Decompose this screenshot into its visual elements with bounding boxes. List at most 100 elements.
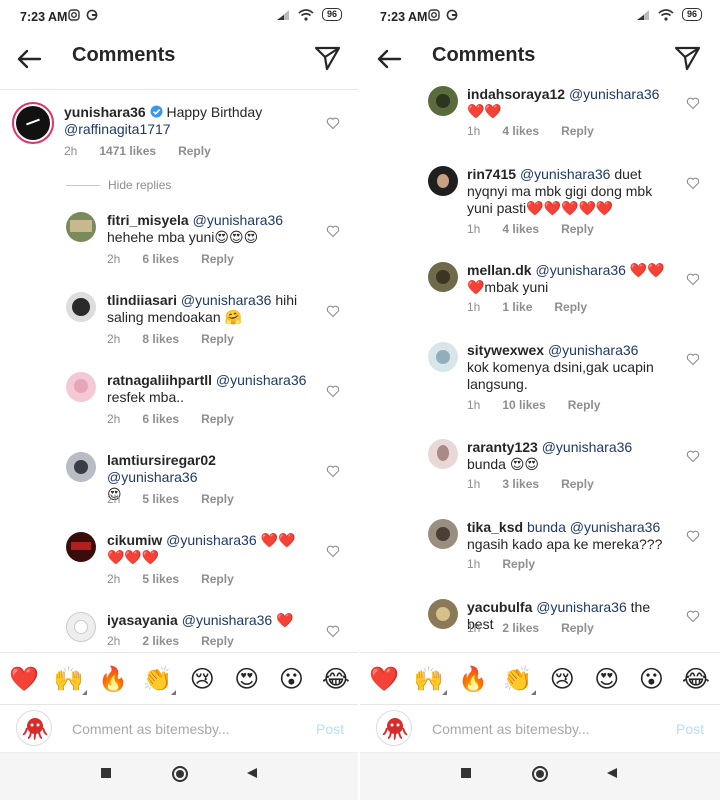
comment-username[interactable]: yunishara36 — [64, 104, 146, 120]
reply-button[interactable]: Reply — [201, 634, 234, 648]
back-nav-icon[interactable] — [606, 767, 618, 779]
comment-username[interactable]: fitri_misyela — [107, 212, 189, 228]
reply-button[interactable]: Reply — [201, 492, 234, 506]
avatar[interactable] — [66, 612, 96, 642]
reply-button[interactable]: Reply — [201, 572, 234, 586]
like-heart-icon[interactable] — [326, 224, 340, 238]
avatar[interactable] — [66, 292, 96, 322]
comment-likes[interactable]: 4 likes — [502, 124, 539, 138]
home-icon[interactable] — [171, 765, 189, 783]
comment-mention[interactable]: @yunishara36 — [520, 166, 611, 182]
emoji-laugh[interactable]: 😂 — [680, 663, 712, 695]
avatar[interactable] — [12, 102, 54, 144]
reply-button[interactable]: Reply — [201, 412, 234, 426]
direct-send-icon[interactable] — [672, 42, 702, 72]
reply-button[interactable]: Reply — [561, 477, 594, 491]
hide-replies-button[interactable]: Hide replies — [66, 178, 171, 192]
back-nav-icon[interactable] — [246, 767, 258, 779]
comment-mention[interactable]: @yunishara36 — [569, 86, 660, 102]
reply-button[interactable]: Reply — [502, 557, 535, 571]
comment-likes[interactable]: 4 likes — [502, 222, 539, 236]
back-arrow-icon[interactable] — [374, 44, 404, 74]
comment-likes[interactable]: 10 likes — [502, 398, 545, 412]
emoji-clap[interactable]: 👏 — [502, 663, 536, 695]
comment-username[interactable]: tlindiiasari — [107, 292, 177, 308]
comment-likes[interactable]: 5 likes — [142, 492, 179, 506]
reply-button[interactable]: Reply — [561, 621, 594, 635]
comment-username[interactable]: tika_ksd — [467, 519, 523, 535]
like-heart-icon[interactable] — [326, 464, 340, 478]
direct-send-icon[interactable] — [312, 42, 342, 72]
comment-mention[interactable]: @yunishara36 — [542, 439, 633, 455]
recent-apps-icon[interactable] — [100, 767, 112, 779]
reply-button[interactable]: Reply — [568, 398, 601, 412]
emoji-surprised[interactable]: 😮 — [635, 663, 667, 695]
like-heart-icon[interactable] — [326, 624, 340, 638]
comment-likes[interactable]: 6 likes — [142, 252, 179, 266]
avatar[interactable] — [428, 519, 458, 549]
emoji-cry[interactable]: 😢 — [186, 663, 218, 695]
like-heart-icon[interactable] — [686, 529, 700, 543]
emoji-fire[interactable]: 🔥 — [97, 663, 129, 695]
comment-username[interactable]: lamtiursiregar02 — [107, 452, 216, 468]
comment-likes[interactable]: 3 likes — [502, 477, 539, 491]
comment-mention[interactable]: @yunishara36 — [181, 292, 272, 308]
comment-mention[interactable]: @raffinagita1717 — [64, 121, 171, 137]
comment-likes[interactable]: 2 likes — [502, 621, 539, 635]
like-heart-icon[interactable] — [686, 176, 700, 190]
like-heart-icon[interactable] — [326, 384, 340, 398]
avatar[interactable] — [66, 212, 96, 242]
comment-mention[interactable]: @yunishara36 — [107, 469, 198, 485]
reply-button[interactable]: Reply — [554, 300, 587, 314]
emoji-raised-hands[interactable]: 🙌 — [53, 663, 87, 695]
like-heart-icon[interactable] — [686, 609, 700, 623]
avatar[interactable] — [66, 532, 96, 562]
comment-likes[interactable]: 2 likes — [142, 634, 179, 648]
avatar[interactable] — [66, 452, 96, 482]
comment-mention[interactable]: @yunishara36 — [216, 372, 307, 388]
comment-input[interactable]: Comment as bitemesby... — [432, 721, 590, 737]
avatar[interactable] — [428, 599, 458, 629]
like-heart-icon[interactable] — [326, 544, 340, 558]
comment-likes[interactable]: 8 likes — [142, 332, 179, 346]
reply-button[interactable]: Reply — [561, 124, 594, 138]
comment-likes[interactable]: 6 likes — [142, 412, 179, 426]
post-button[interactable]: Post — [676, 721, 704, 737]
comment-likes[interactable]: 1471 likes — [99, 144, 156, 158]
comment-mention[interactable]: @yunishara36 — [193, 212, 284, 228]
emoji-heart[interactable]: ❤️ — [368, 663, 400, 695]
comment-mention[interactable]: @yunishara36 — [166, 532, 257, 548]
comment-input[interactable]: Comment as bitemesby... — [72, 721, 230, 737]
comment-username[interactable]: rin7415 — [467, 166, 516, 182]
avatar[interactable] — [66, 372, 96, 402]
emoji-heart-eyes[interactable]: 😍 — [591, 663, 623, 695]
comment-username[interactable]: yacubulfa — [467, 599, 532, 615]
emoji-laugh[interactable]: 😂 — [320, 663, 352, 695]
comment-username[interactable]: ratnagaliihpartll — [107, 372, 212, 388]
like-heart-icon[interactable] — [326, 304, 340, 318]
reply-button[interactable]: Reply — [201, 332, 234, 346]
back-arrow-icon[interactable] — [14, 44, 44, 74]
comment-username[interactable]: cikumiw — [107, 532, 162, 548]
comment-mention[interactable]: @yunishara36 — [536, 599, 627, 615]
emoji-fire[interactable]: 🔥 — [457, 663, 489, 695]
comment-username[interactable]: iyasayania — [107, 612, 178, 628]
comment-username[interactable]: indahsoraya12 — [467, 86, 565, 102]
comment-username[interactable]: raranty123 — [467, 439, 538, 455]
post-button[interactable]: Post — [316, 721, 344, 737]
recent-apps-icon[interactable] — [460, 767, 472, 779]
comment-username[interactable]: sitywexwex — [467, 342, 544, 358]
avatar[interactable] — [428, 439, 458, 469]
emoji-raised-hands[interactable]: 🙌 — [413, 663, 447, 695]
reply-button[interactable]: Reply — [561, 222, 594, 236]
avatar[interactable] — [428, 86, 458, 116]
home-icon[interactable] — [531, 765, 549, 783]
emoji-heart[interactable]: ❤️ — [8, 663, 40, 695]
reply-button[interactable]: Reply — [178, 144, 211, 158]
emoji-cry[interactable]: 😢 — [546, 663, 578, 695]
comment-mention[interactable]: @yunishara36 — [182, 612, 273, 628]
like-heart-icon[interactable] — [686, 449, 700, 463]
like-heart-icon[interactable] — [686, 352, 700, 366]
avatar[interactable] — [428, 166, 458, 196]
comment-mention[interactable]: bunda @yunishara36 — [527, 519, 660, 535]
